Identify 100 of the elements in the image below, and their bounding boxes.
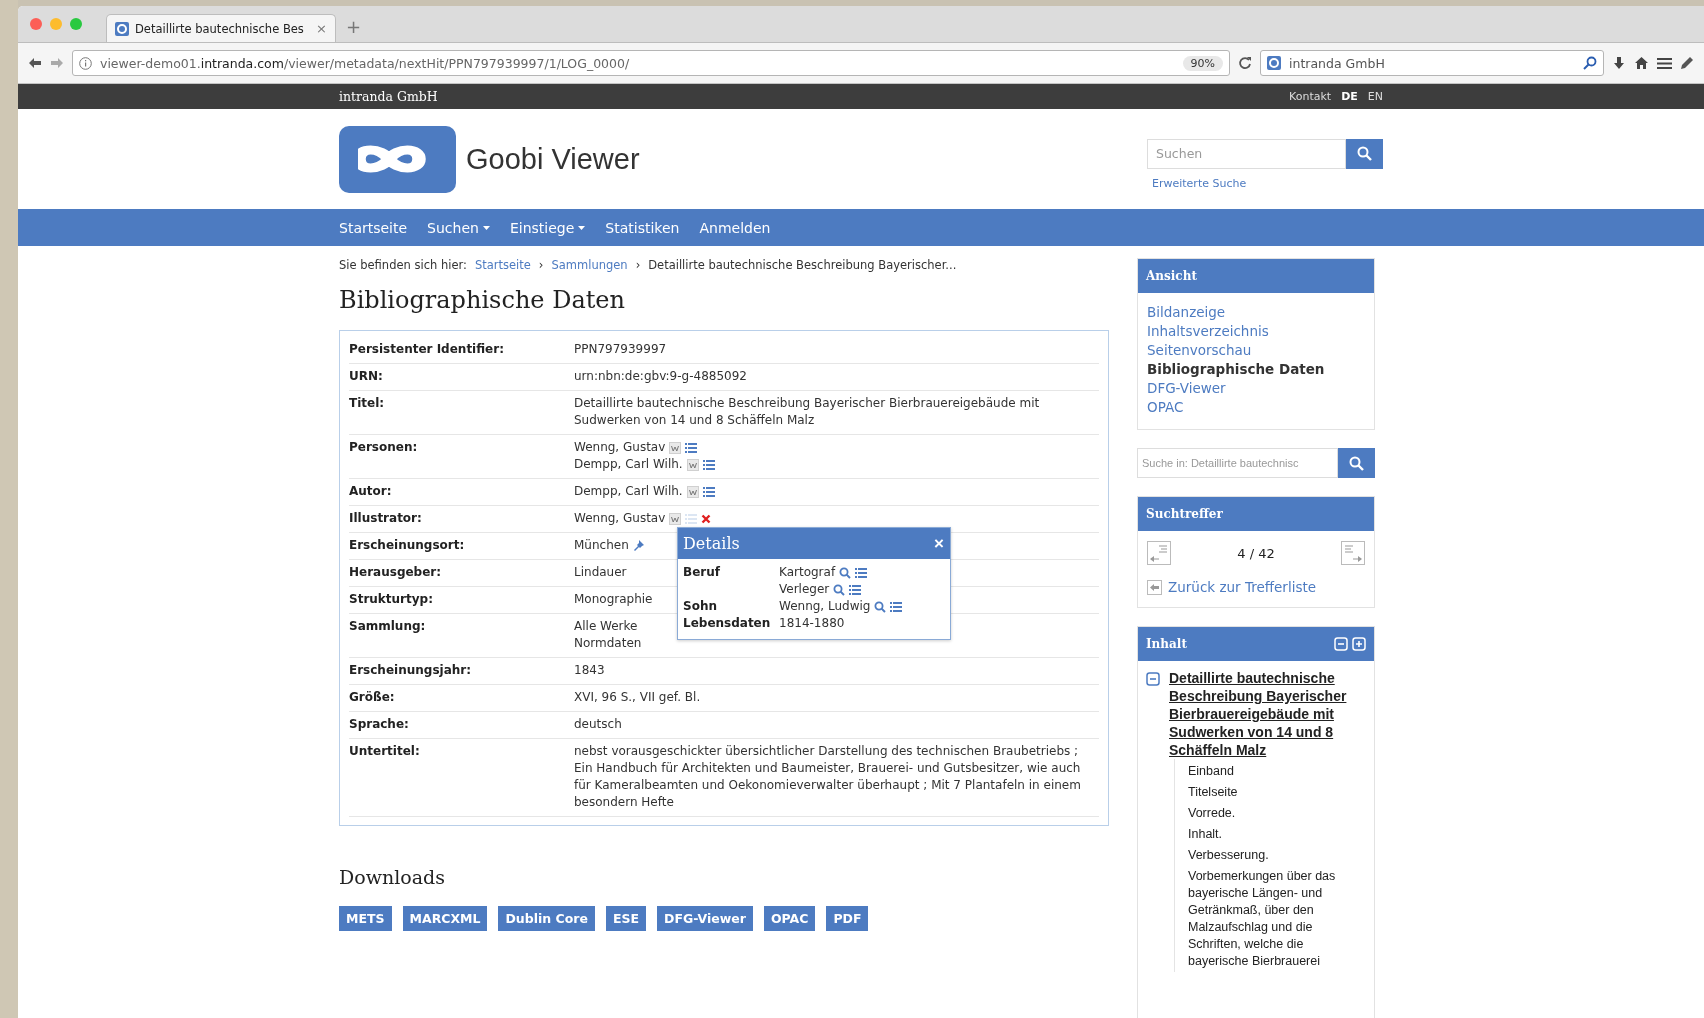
toc-entry[interactable]: Vorbemerkungen über das bayerische Längen- und Getränkmaß, über den Malzaufschlag und die Schriften, welche die bayerische Bierbrauerei bbox=[1175, 866, 1366, 972]
zigzag-tile-icon[interactable] bbox=[686, 458, 699, 471]
view-link[interactable]: Bildanzeige bbox=[1147, 303, 1365, 322]
home-icon[interactable] bbox=[1634, 56, 1649, 70]
metadata-label: Illustrator: bbox=[349, 510, 423, 527]
expand-icon[interactable] bbox=[1352, 637, 1366, 651]
pen-icon[interactable] bbox=[1680, 56, 1694, 70]
metadata-label: URN: bbox=[349, 368, 384, 385]
search-button[interactable] bbox=[1338, 448, 1375, 478]
metadata-value: Monographie bbox=[574, 591, 653, 608]
hit-counter: 4 / 42 bbox=[1237, 545, 1275, 561]
view-link[interactable]: OPAC bbox=[1147, 398, 1365, 417]
back-arrow-icon[interactable] bbox=[28, 57, 42, 69]
site-title[interactable]: Goobi Viewer bbox=[466, 142, 640, 176]
page-title: Bibliographische Daten bbox=[339, 286, 627, 314]
zigzag-tile-icon[interactable] bbox=[686, 485, 699, 498]
metadata-value: PPN797939997 bbox=[574, 341, 667, 358]
list-icon[interactable] bbox=[849, 584, 862, 595]
toc-entry[interactable]: Einband bbox=[1175, 761, 1366, 782]
nav-item[interactable]: Startseite bbox=[329, 219, 418, 236]
view-link[interactable]: Inhaltsverzeichnis bbox=[1147, 322, 1365, 341]
zigzag-tile-icon[interactable] bbox=[669, 512, 682, 525]
close-light-icon[interactable] bbox=[30, 18, 42, 30]
left-arrow-box-icon bbox=[1147, 579, 1162, 595]
breadcrumb-label: Sie befinden sich hier: bbox=[339, 258, 467, 272]
toc-entry[interactable]: Vorrede. bbox=[1175, 803, 1366, 824]
browser-tab[interactable]: Detaillirte bautechnische Bes × bbox=[106, 14, 336, 42]
metadata-label: Autor: bbox=[349, 483, 393, 500]
breadcrumb-link[interactable]: Sammlungen bbox=[551, 258, 628, 272]
collapse-icon[interactable] bbox=[1146, 672, 1160, 686]
list-icon[interactable] bbox=[702, 486, 715, 497]
toc-entry[interactable]: Detaillirte bautechnische Beschreibung Bayerischer Bierbrauereigebäude mit Sudwerken von 14 und 8 Schäffeln Malz bbox=[1169, 669, 1366, 759]
metadata-value: Normdaten bbox=[574, 635, 642, 652]
nav-item[interactable]: Anmelden bbox=[689, 219, 781, 236]
metadata-label: Titel: bbox=[349, 395, 386, 412]
metadata-label: Erscheinungsort: bbox=[349, 537, 466, 554]
search-in-field[interactable]: Suche in: Detaillirte bautechnisc bbox=[1137, 448, 1338, 478]
contact-link[interactable]: Kontakt bbox=[1289, 90, 1332, 103]
metadata-label: Sammlung: bbox=[349, 618, 427, 635]
metadata-label: Strukturtyp: bbox=[349, 591, 434, 608]
list-icon[interactable] bbox=[702, 459, 715, 470]
toc-entry[interactable]: Inhalt. bbox=[1175, 824, 1366, 845]
search-icon[interactable] bbox=[839, 566, 852, 579]
view-link[interactable]: Bibliographische Daten bbox=[1147, 360, 1365, 379]
download-button[interactable]: METS bbox=[339, 906, 392, 931]
nav-item[interactable]: Suchen bbox=[417, 219, 500, 236]
metadata-label: Herausgeber: bbox=[349, 564, 443, 581]
tab-close-button[interactable]: × bbox=[316, 21, 327, 36]
download-button[interactable]: PDF bbox=[826, 906, 869, 931]
language-link[interactable]: DE bbox=[1341, 90, 1358, 103]
nav-item[interactable]: Statistiken bbox=[595, 219, 690, 236]
metadata-value: 1814-1880 bbox=[779, 615, 845, 632]
download-icon[interactable] bbox=[1612, 56, 1626, 70]
download-button[interactable]: ESE bbox=[605, 906, 647, 931]
list-icon[interactable] bbox=[855, 567, 868, 578]
zigzag-tile-icon[interactable] bbox=[669, 441, 682, 454]
address-field[interactable]: viewer-demo01.intranda.com/viewer/metadata/nextHit/PPN797939997/1/LOG_0000/ 90% bbox=[72, 50, 1230, 76]
close-button[interactable]: × bbox=[934, 533, 944, 554]
view-link[interactable]: DFG-Viewer bbox=[1147, 379, 1365, 398]
panel-title: Inhalt bbox=[1146, 637, 1188, 651]
search-icon[interactable] bbox=[1583, 56, 1597, 70]
language-link[interactable]: EN bbox=[1367, 90, 1383, 103]
detail-label: Lebensdaten bbox=[683, 615, 772, 632]
toc-entry[interactable]: Verbesserung. bbox=[1175, 845, 1366, 866]
reload-icon[interactable] bbox=[1238, 56, 1252, 70]
metadata-label: Untertitel: bbox=[349, 743, 421, 760]
search-icon[interactable] bbox=[833, 583, 846, 596]
search-icon[interactable] bbox=[874, 600, 887, 613]
search-button[interactable] bbox=[1346, 138, 1383, 169]
list-icon[interactable] bbox=[685, 442, 698, 453]
new-tab-button[interactable]: + bbox=[346, 15, 362, 37]
download-button[interactable]: OPAC bbox=[763, 906, 816, 931]
download-button[interactable]: MARCXML bbox=[402, 906, 488, 931]
detail-label: Sohn bbox=[683, 598, 718, 615]
metadata-value: 1843 bbox=[574, 662, 605, 679]
view-link[interactable]: Seitenvorschau bbox=[1147, 341, 1365, 360]
back-link[interactable]: Zurück zur Trefferliste bbox=[1147, 579, 1365, 595]
download-button[interactable]: DFG-Viewer bbox=[657, 906, 753, 931]
metadata-value: Dempp, Carl Wilh. bbox=[574, 483, 683, 500]
download-button[interactable]: Dublin Core bbox=[498, 906, 595, 931]
metadata-value: Verleger bbox=[779, 581, 830, 598]
metadata-label: Personen: bbox=[349, 439, 419, 456]
browser-search-field[interactable]: intranda GmbH bbox=[1260, 50, 1604, 76]
metadata-value: Lindauer bbox=[574, 564, 627, 581]
breadcrumb-link[interactable]: Startseite bbox=[474, 258, 531, 272]
nav-item[interactable]: Einstiege bbox=[499, 219, 596, 236]
menu-icon[interactable] bbox=[1657, 56, 1672, 70]
cross-icon[interactable] bbox=[701, 513, 712, 524]
site-brand: intranda GmbH bbox=[339, 89, 439, 104]
tab-title: Detaillirte bautechnische Bes bbox=[135, 21, 305, 36]
zoom-level[interactable]: 90% bbox=[1182, 55, 1223, 71]
site-logo-icon bbox=[115, 21, 129, 36]
logo-badge[interactable] bbox=[339, 125, 456, 193]
metadata-value: Wenng, Gustav bbox=[574, 439, 666, 456]
search-field[interactable]: Suchen bbox=[1147, 138, 1346, 169]
pin-icon[interactable] bbox=[632, 539, 645, 552]
advanced-search-link[interactable]: Erweiterte Suche bbox=[1152, 176, 1383, 190]
toc-entry[interactable]: Titelseite bbox=[1175, 782, 1366, 803]
metadata-value: Detaillirte bautechnische Beschreibung Bayerischer Bierbrauereigebäude mit Sudwerken von 14 und 8 Schäffeln Malz bbox=[574, 395, 1041, 429]
list-icon[interactable] bbox=[890, 601, 903, 612]
